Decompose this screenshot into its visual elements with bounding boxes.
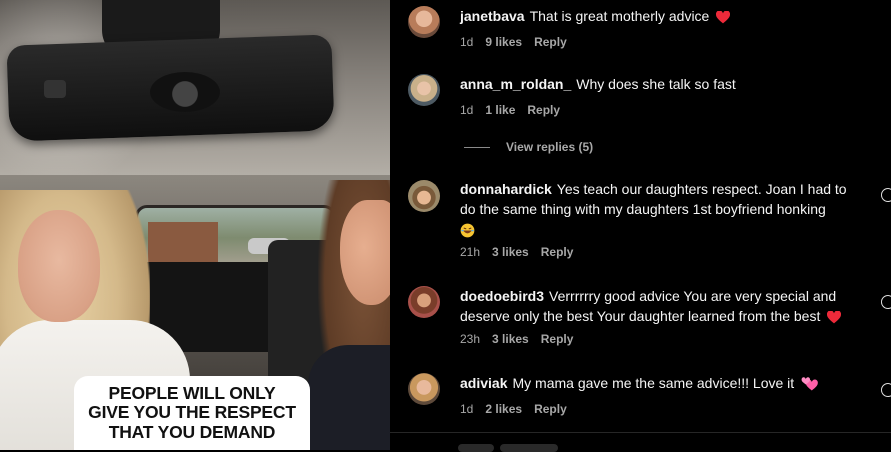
comment-time: 23h xyxy=(460,332,481,346)
comment-likes[interactable]: 9 likes xyxy=(485,35,522,49)
comment-meta: 21h 3 likes Reply xyxy=(460,245,573,259)
next-comment-preview xyxy=(500,444,558,452)
comment-meta: 1d 2 likes Reply xyxy=(460,402,567,416)
comment-username[interactable]: anna_m_roldan_ xyxy=(460,76,571,92)
reply-button[interactable]: Reply xyxy=(534,402,567,416)
avatar[interactable] xyxy=(408,286,440,318)
view-replies-label: View replies (5) xyxy=(506,140,594,154)
comment-likes[interactable]: 3 likes xyxy=(492,332,529,346)
like-heart-icon[interactable] xyxy=(881,383,891,397)
comment-text: Why does she talk so fast xyxy=(576,76,736,92)
comment-text: My mama gave me the same advice!!! Love … xyxy=(512,375,795,391)
avatar[interactable] xyxy=(408,373,440,405)
avatar[interactable] xyxy=(408,6,440,38)
comment-text-block: janetbava That is great motherly advice xyxy=(460,6,865,26)
comment-time: 21h xyxy=(460,245,481,259)
comment-likes[interactable]: 3 likes xyxy=(492,245,529,259)
comment-likes[interactable]: 1 like xyxy=(485,103,515,117)
avatar[interactable] xyxy=(408,180,440,212)
like-heart-icon[interactable] xyxy=(881,188,891,202)
caption-text: PEOPLE WILL ONLY GIVE YOU THE RESPECT TH… xyxy=(88,382,296,442)
avatar[interactable] xyxy=(408,74,440,106)
reply-button[interactable]: Reply xyxy=(527,103,560,117)
woman-left-face xyxy=(18,210,100,322)
reply-button[interactable]: Reply xyxy=(534,35,567,49)
red-heart-icon xyxy=(827,310,842,324)
video-caption: PEOPLE WILL ONLY GIVE YOU THE RESPECT TH… xyxy=(74,376,310,450)
comment-text-block: doedoebird3 Verrrrrry good advice You are… xyxy=(460,286,865,326)
comments-panel: janetbava That is great motherly advice 1… xyxy=(390,0,891,450)
comment-meta: 23h 3 likes Reply xyxy=(460,332,573,346)
comment-time: 1d xyxy=(460,103,474,117)
laughing-face-icon xyxy=(460,223,475,238)
comment-username[interactable]: donnahardick xyxy=(460,181,552,197)
comment-time: 1d xyxy=(460,35,474,49)
mirror-camera xyxy=(150,72,220,112)
comment-text-block: anna_m_roldan_ Why does she talk so fast xyxy=(460,74,865,94)
house-outside xyxy=(148,222,218,262)
woman-right-top xyxy=(308,345,390,450)
red-heart-icon xyxy=(716,10,731,24)
video-player[interactable]: PEOPLE WILL ONLY GIVE YOU THE RESPECT TH… xyxy=(0,0,390,450)
comment-meta: 1d 9 likes Reply xyxy=(460,35,567,49)
comment-time: 1d xyxy=(460,402,474,416)
reply-button[interactable]: Reply xyxy=(541,245,574,259)
comment-text-block: donnahardick Yes teach our daughters resp… xyxy=(460,179,865,239)
mirror-button xyxy=(44,80,66,98)
like-heart-icon[interactable] xyxy=(881,295,891,309)
comment-username[interactable]: adiviak xyxy=(460,375,507,391)
comment-text: That is great motherly advice xyxy=(529,8,710,24)
reply-button[interactable]: Reply xyxy=(541,332,574,346)
comment-likes[interactable]: 2 likes xyxy=(485,402,522,416)
comment-username[interactable]: doedoebird3 xyxy=(460,288,544,304)
comment-divider xyxy=(390,432,891,433)
comment-username[interactable]: janetbava xyxy=(460,8,525,24)
next-comment-preview xyxy=(458,444,494,452)
divider-line xyxy=(464,146,490,148)
comment-meta: 1d 1 like Reply xyxy=(460,103,560,117)
comment-text-block: adiviak My mama gave me the same advice!!… xyxy=(460,373,865,393)
two-hearts-icon xyxy=(801,377,818,391)
view-replies-button[interactable]: View replies (5) xyxy=(464,140,593,154)
